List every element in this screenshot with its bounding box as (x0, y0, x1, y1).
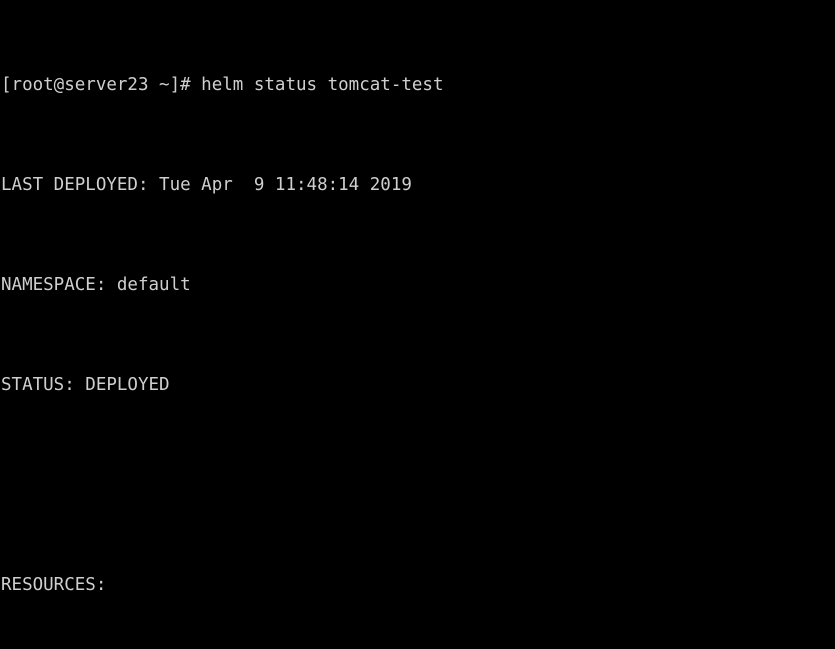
shell-prompt-line: [root@server23 ~]# helm status tomcat-te… (1, 75, 444, 95)
status-line: STATUS: DEPLOYED (1, 375, 170, 395)
resources-label: RESOURCES: (1, 575, 107, 595)
terminal-window[interactable]: [root@server23 ~]# helm status tomcat-te… (0, 0, 835, 649)
last-deployed-line: LAST DEPLOYED: Tue Apr 9 11:48:14 2019 (1, 175, 412, 195)
namespace-line: NAMESPACE: default (1, 275, 191, 295)
